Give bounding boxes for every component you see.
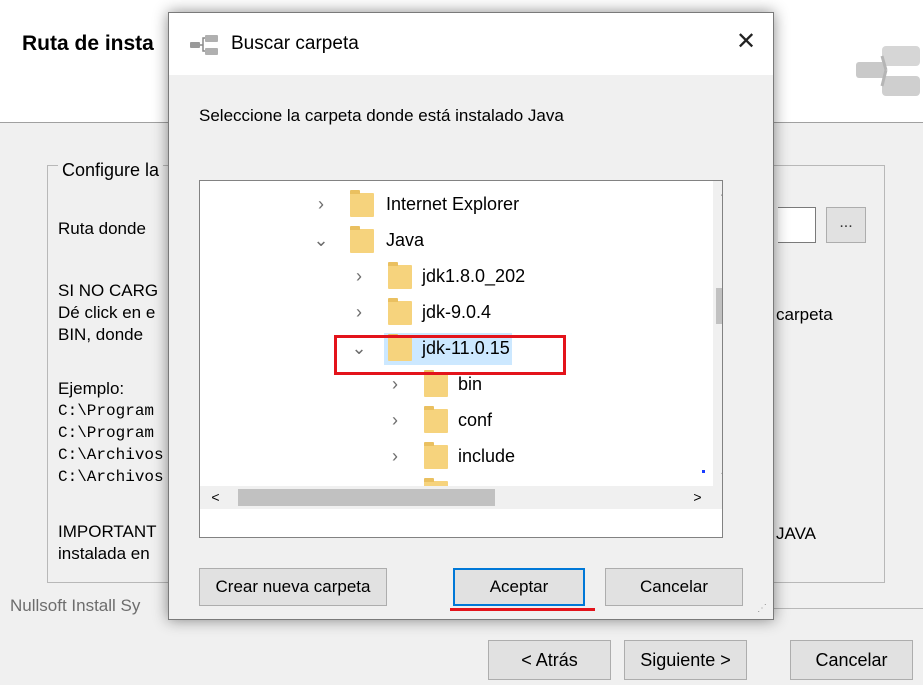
example-label: Ejemplo: — [58, 379, 125, 398]
annotation-highlight-box — [334, 335, 566, 375]
folder-icon — [424, 370, 448, 397]
tree-item-label: Internet Explorer — [386, 194, 520, 214]
installer-branding: Nullsoft Install Sy — [10, 596, 141, 615]
tree-item-label: Java — [386, 230, 425, 250]
scroll-left-icon[interactable]: < — [204, 486, 227, 509]
tree-item-label: jdk-9.0.4 — [422, 302, 492, 322]
folder-icon — [388, 298, 412, 325]
chevron-right-icon[interactable]: › — [384, 405, 406, 435]
stray-dot — [702, 470, 705, 473]
tree-item-jdk1-8[interactable]: › jdk1.8.0_202 — [200, 259, 713, 295]
chevron-right-icon[interactable]: › — [348, 297, 370, 327]
path-label: Ruta donde — [58, 219, 146, 238]
browse-button[interactable]: ... — [826, 207, 866, 243]
close-icon[interactable]: ✕ — [729, 25, 763, 59]
note-line-1: SI NO CARG — [58, 281, 159, 300]
dialog-instruction: Seleccione la carpeta donde está instala… — [199, 106, 564, 125]
tree-item-label: include — [458, 446, 516, 466]
resize-grip-icon[interactable]: ⋰ — [757, 603, 771, 617]
back-button[interactable]: < Atrás — [488, 640, 611, 680]
example-path: C:\Archivos — [58, 446, 164, 464]
horizontal-scroll-thumb[interactable] — [238, 489, 495, 506]
scroll-down-icon[interactable]: ⌄ — [713, 461, 722, 481]
tree-item-label: jdk1.8.0_202 — [422, 266, 526, 286]
dialog-cancel-button[interactable]: Cancelar — [605, 568, 743, 606]
tree-item-include[interactable]: › include — [200, 439, 713, 475]
important-right-text: JAVA — [776, 524, 816, 543]
chevron-right-icon[interactable]: › — [310, 189, 332, 219]
installer-logo-icon — [856, 46, 920, 96]
config-groupbox-caption: Configure la — [58, 160, 164, 181]
tree-item-label: conf — [458, 410, 493, 430]
tree-item-java[interactable]: ⌄ Java — [200, 223, 713, 259]
vertical-scrollbar[interactable] — [713, 181, 722, 486]
scroll-up-icon[interactable]: ^ — [713, 185, 722, 205]
vertical-scroll-thumb[interactable] — [716, 288, 722, 324]
important-line-2: instalada en — [58, 544, 150, 563]
chevron-down-icon[interactable]: ⌄ — [310, 225, 332, 255]
installer-cancel-button[interactable]: Cancelar — [790, 640, 913, 680]
folder-icon — [350, 226, 374, 253]
next-button[interactable]: Siguiente > — [624, 640, 747, 680]
screen: Ruta de insta Configure la Ruta donde ..… — [0, 0, 923, 685]
note-line-2: Dé click en e — [58, 303, 156, 322]
path-input[interactable] — [778, 207, 816, 243]
folder-tree-icon — [190, 35, 218, 55]
folder-icon — [424, 406, 448, 433]
dialog-titlebar: Buscar carpeta ✕ — [169, 13, 773, 75]
tree-item-internet-explorer[interactable]: › Internet Explorer — [200, 187, 713, 223]
folder-icon — [424, 442, 448, 469]
note-right-text: carpeta — [776, 305, 833, 324]
accept-button[interactable]: Aceptar — [453, 568, 585, 606]
tree-item-jdk-9[interactable]: › jdk-9.0.4 — [200, 295, 713, 331]
tree-item-label: bin — [458, 374, 483, 394]
example-path: C:\Archivos — [58, 468, 164, 486]
chevron-right-icon[interactable]: › — [348, 261, 370, 291]
scrollbar-corner — [713, 486, 722, 509]
installer-header-title: Ruta de insta — [22, 32, 154, 55]
folder-icon — [350, 190, 374, 217]
example-path: C:\Program — [58, 402, 155, 420]
example-path: C:\Program — [58, 424, 155, 442]
scroll-right-icon[interactable]: > — [686, 486, 709, 509]
dialog-title: Buscar carpeta — [231, 33, 359, 54]
note-line-3: BIN, donde — [58, 325, 144, 344]
chevron-right-icon[interactable]: › — [384, 441, 406, 471]
new-folder-button[interactable]: Crear nueva carpeta — [199, 568, 387, 606]
browse-folder-dialog: Buscar carpeta ✕ Seleccione la carpeta d… — [168, 12, 774, 620]
important-line-1: IMPORTANT — [58, 522, 157, 541]
tree-item-conf[interactable]: › conf — [200, 403, 713, 439]
folder-icon — [388, 262, 412, 289]
tree-bottom-area — [200, 509, 722, 537]
annotation-underline — [450, 608, 595, 611]
